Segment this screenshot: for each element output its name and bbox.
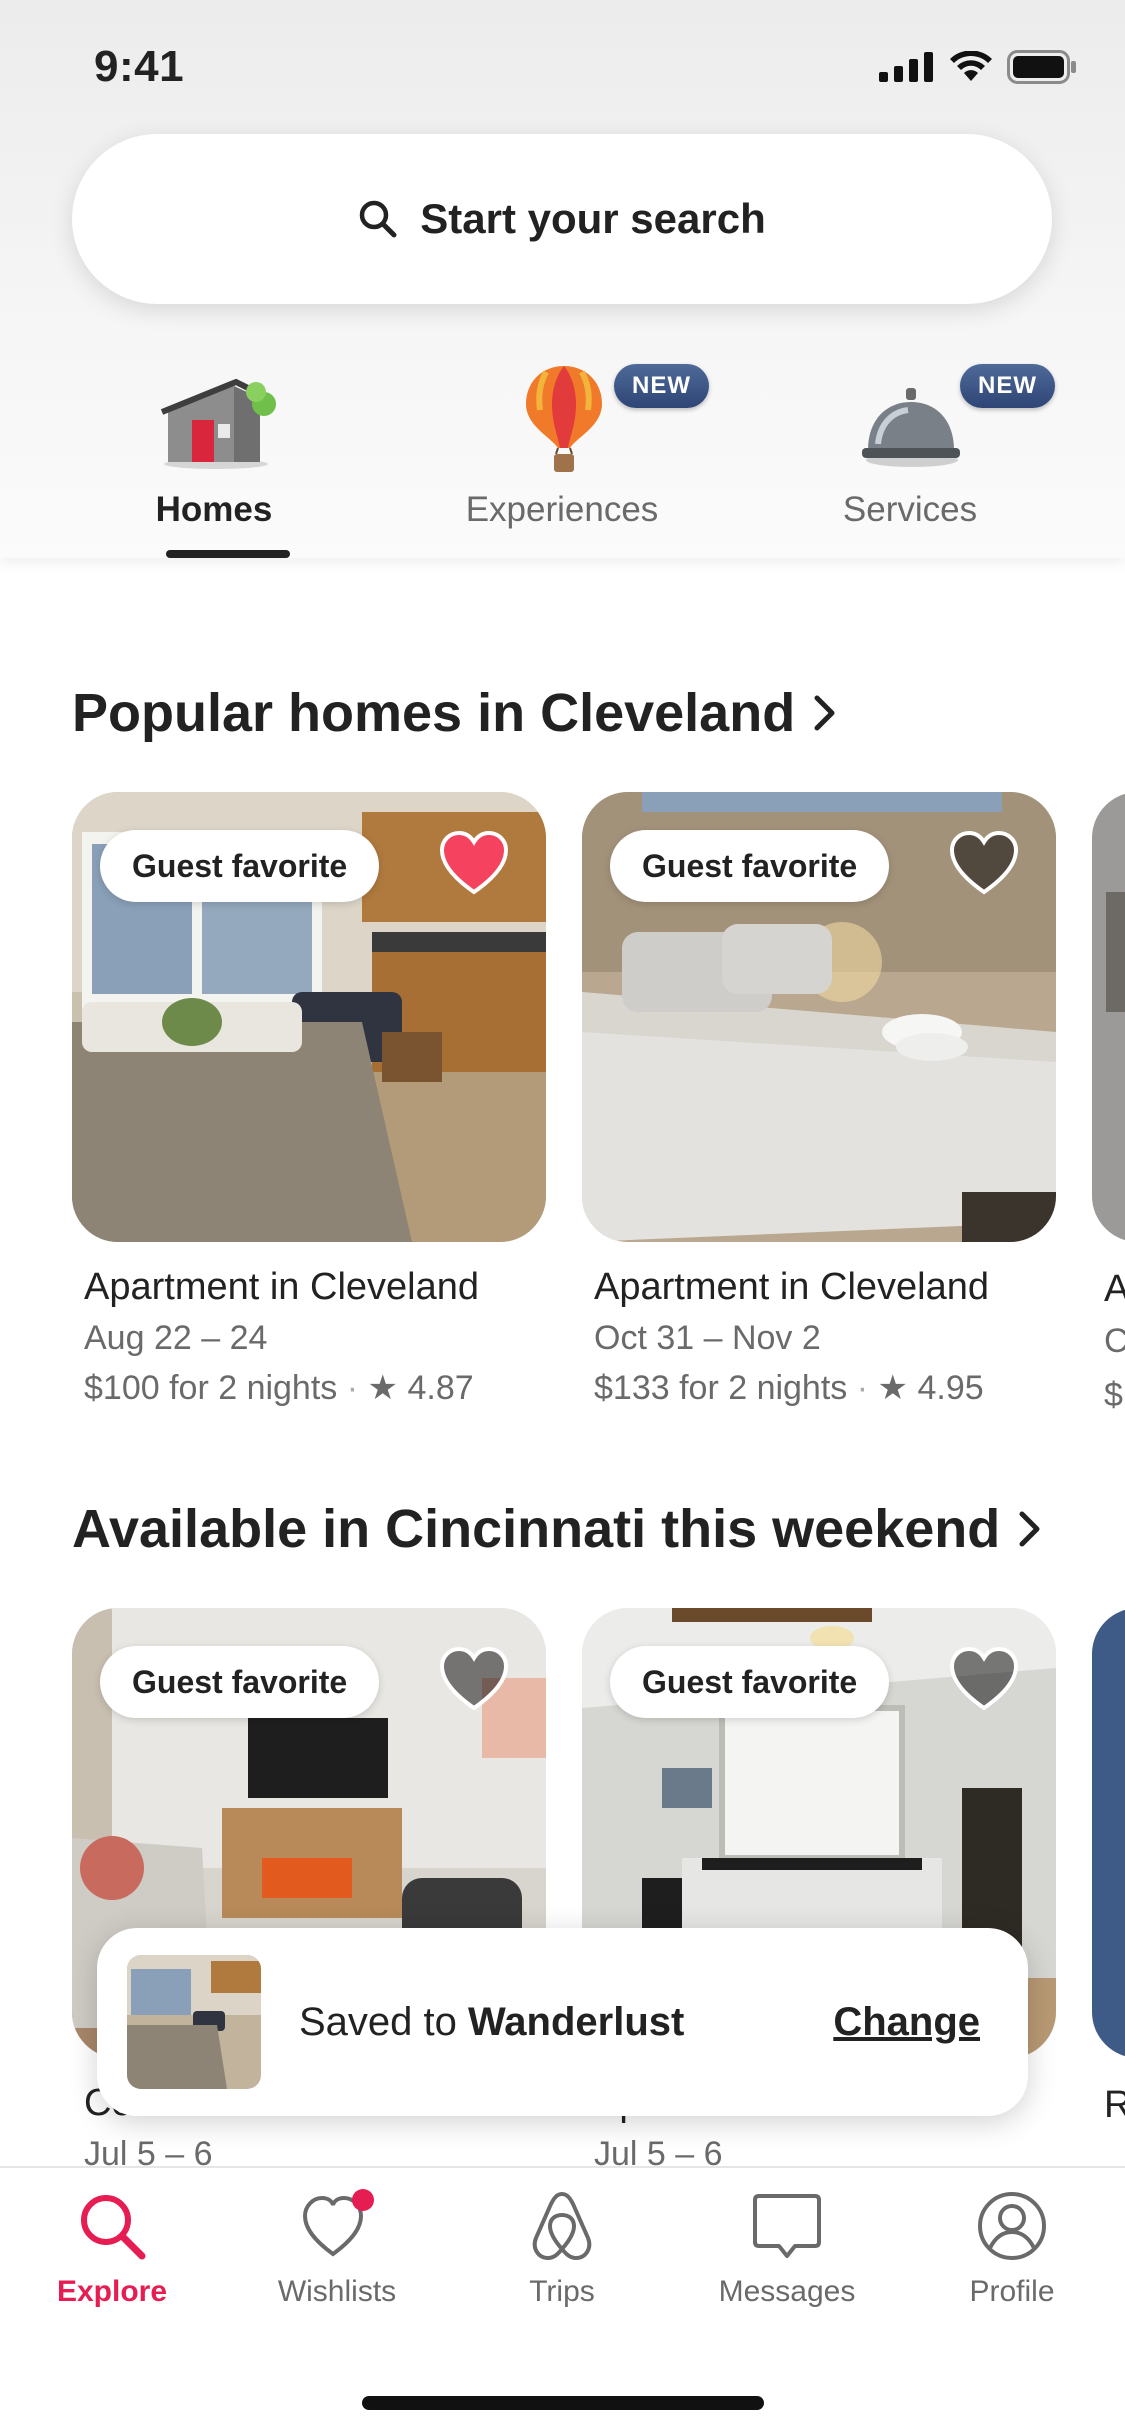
chevron-right-icon	[1019, 1511, 1040, 1547]
tab-homes-label: Homes	[155, 490, 273, 529]
listing-card[interactable]: Guest favorite Apartment in Cleveland Oc…	[582, 792, 1056, 1408]
listing-rating: 4.95	[917, 1369, 984, 1407]
active-tab-indicator	[166, 550, 290, 558]
tab-profile[interactable]: Profile	[922, 2188, 1102, 2309]
category-tabs: Homes NEW Experiences NEW Services	[0, 350, 1125, 558]
toast-message: Saved to Wanderlust	[299, 2000, 684, 2045]
listing-price: $133 for 2 nights	[594, 1369, 848, 1407]
message-bubble-icon	[753, 2194, 821, 2258]
section-title-cincinnati[interactable]: Available in Cincinnati this weekend	[72, 1498, 1042, 1560]
partial-title-letter: R	[1104, 2084, 1125, 2126]
listing-card-partial[interactable]	[1092, 792, 1125, 1242]
tab-messages[interactable]: Messages	[697, 2188, 877, 2309]
tab-explore-label: Explore	[56, 2275, 168, 2308]
section-title-cleveland[interactable]: Popular homes in Cleveland	[72, 682, 837, 744]
wifi-icon	[950, 51, 992, 81]
listing-photo[interactable]: Guest favorite	[72, 792, 546, 1242]
listing-card-partial[interactable]	[1092, 1608, 1125, 2058]
search-icon	[81, 2195, 146, 2260]
toast-list-name: Wanderlust	[468, 1999, 685, 2044]
listing-title: Apartment in Cleveland	[84, 1266, 479, 1308]
service-bell-icon	[862, 388, 960, 467]
house-icon	[160, 378, 276, 469]
tab-profile-label: Profile	[969, 2275, 1055, 2308]
section-title-text: Popular homes in Cleveland	[72, 683, 796, 743]
tab-homes[interactable]: Homes	[64, 350, 364, 558]
heart-filled-icon[interactable]	[438, 830, 510, 896]
listing-price-row: $100 for 2 nights · ★ 4.87	[84, 1369, 474, 1407]
tab-services-label: Services	[842, 490, 978, 529]
tab-messages-label: Messages	[718, 2275, 856, 2308]
toast-thumbnail	[127, 1955, 261, 2089]
listing-photo[interactable]: Guest favorite	[582, 792, 1056, 1242]
listing-price: $100 for 2 nights	[84, 1369, 338, 1407]
change-button[interactable]: Change	[833, 2000, 980, 2045]
partial-date-letter: C	[1104, 1322, 1125, 1360]
home-indicator[interactable]	[362, 2396, 764, 2410]
tab-trips-label: Trips	[529, 2275, 595, 2308]
saved-toast: Saved to Wanderlust Change	[97, 1928, 1028, 2116]
star-icon: ★	[367, 1369, 399, 1407]
explore-screen: { "status_bar": {"time": "9:41"}, "searc…	[0, 0, 1125, 2436]
heart-outline-icon[interactable]	[948, 1646, 1020, 1712]
tab-explore[interactable]: Explore	[22, 2188, 202, 2309]
listing-dates: Oct 31 – Nov 2	[594, 1319, 821, 1357]
new-badge: NEW	[960, 364, 1055, 408]
heart-outline-icon[interactable]	[438, 1646, 510, 1712]
guest-favorite-badge: Guest favorite	[610, 830, 890, 902]
tab-wishlists[interactable]: Wishlists	[247, 2188, 427, 2309]
new-badge: NEW	[614, 364, 709, 408]
search-bar[interactable]: Start your search	[72, 134, 1052, 304]
guest-favorite-badge: Guest favorite	[100, 830, 380, 902]
heart-outline-icon	[302, 2189, 374, 2257]
tab-experiences-label: Experiences	[465, 490, 659, 529]
chevron-right-icon	[814, 695, 835, 731]
tab-experiences[interactable]: NEW Experiences	[412, 350, 712, 558]
listing-rating: 4.87	[407, 1369, 474, 1407]
tab-services[interactable]: NEW Services	[760, 350, 1060, 558]
tab-wishlists-label: Wishlists	[277, 2275, 397, 2308]
section-title-text: Available in Cincinnati this weekend	[72, 1499, 1001, 1559]
star-icon: ★	[877, 1369, 909, 1407]
listing-title: Apartment in Cleveland	[594, 1266, 989, 1308]
guest-favorite-badge: Guest favorite	[100, 1646, 380, 1718]
heart-outline-icon[interactable]	[948, 830, 1020, 896]
listing-price-row: $133 for 2 nights · ★ 4.95	[594, 1369, 984, 1407]
profile-icon	[978, 2192, 1046, 2260]
status-icons	[879, 50, 1077, 84]
toast-prefix: Saved to	[299, 1999, 469, 2044]
status-bar: 9:41	[0, 0, 1125, 130]
battery-icon	[1007, 50, 1076, 84]
partial-title-letter: A	[1104, 1268, 1125, 1310]
status-time: 9:41	[94, 42, 185, 91]
search-placeholder: Start your search	[420, 195, 766, 242]
cellular-signal-icon	[879, 52, 933, 82]
listing-dates: Aug 22 – 24	[84, 1319, 268, 1357]
hot-air-balloon-icon	[526, 366, 602, 472]
partial-price-letter: $	[1104, 1376, 1123, 1414]
listing-card[interactable]: Guest favorite Apartment in Cleveland Au…	[72, 792, 546, 1408]
tab-trips[interactable]: Trips	[472, 2188, 652, 2309]
search-icon	[360, 200, 397, 238]
guest-favorite-badge: Guest favorite	[610, 1646, 890, 1718]
airbnb-logo-icon	[532, 2191, 592, 2261]
